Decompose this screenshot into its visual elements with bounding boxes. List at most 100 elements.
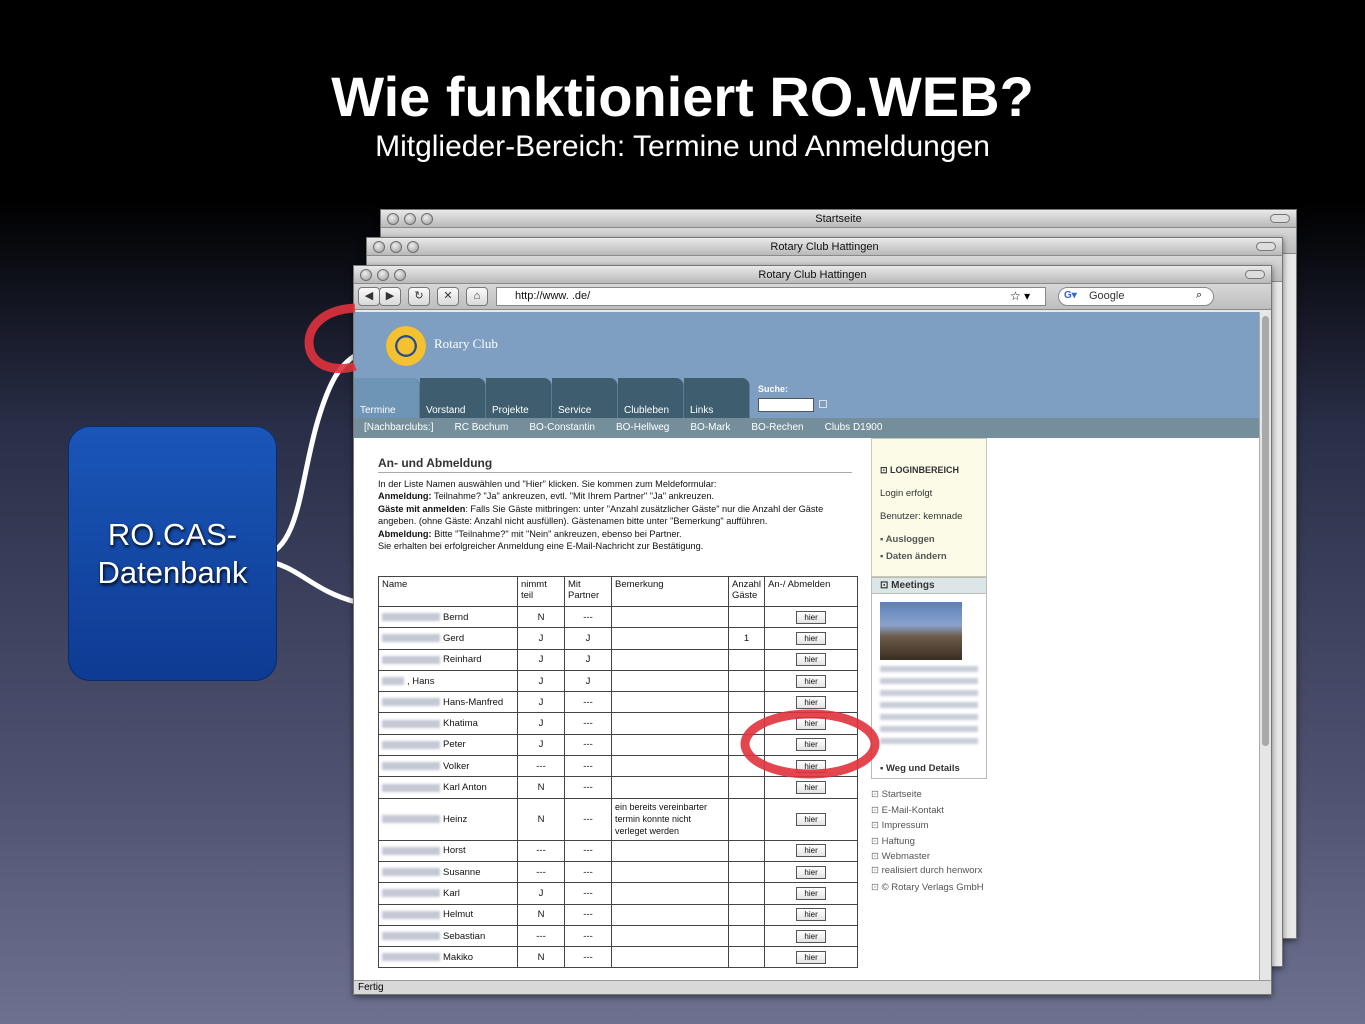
- close-light-icon[interactable]: [387, 213, 399, 225]
- zoom-light-icon[interactable]: [421, 213, 433, 225]
- teil-cell: N: [517, 903, 565, 926]
- hier-button[interactable]: hier: [796, 674, 827, 688]
- link-webmaster[interactable]: Webmaster: [871, 849, 987, 865]
- minimize-light-icon[interactable]: [390, 241, 402, 253]
- hier-button[interactable]: hier: [796, 844, 827, 858]
- hier-button[interactable]: hier: [796, 738, 827, 752]
- weg-details-link[interactable]: ▪ Weg und Details: [880, 763, 960, 774]
- name-cell: Reinhard: [378, 648, 518, 671]
- instr-line: In der Liste Namen auswählen und "Hier" …: [378, 479, 717, 489]
- first-name: Heinz: [443, 813, 468, 825]
- subnav-item[interactable]: BO-Mark: [690, 418, 730, 438]
- edit-data-link[interactable]: ▪ Daten ändern: [880, 551, 978, 562]
- partner-cell: ---: [564, 776, 612, 799]
- login-box: ⊡ LOGINBEREICH Login erfolgt Benutzer: k…: [871, 438, 987, 577]
- teil-cell: J: [517, 627, 565, 650]
- subnav-item[interactable]: BO-Constantin: [529, 418, 595, 438]
- teil-cell: J: [517, 669, 565, 693]
- subnav-item[interactable]: RC Bochum: [454, 418, 508, 438]
- link-email[interactable]: E-Mail-Kontakt: [871, 803, 987, 819]
- back-arrow-icon[interactable]: ◀: [358, 287, 380, 306]
- stop-icon[interactable]: ✕: [437, 287, 459, 306]
- hier-button[interactable]: hier: [796, 653, 827, 667]
- bemerkung-cell: [611, 691, 729, 714]
- blurred-surname: [382, 815, 440, 824]
- toolbar-toggle-icon[interactable]: [1245, 270, 1265, 279]
- hier-button[interactable]: hier: [796, 717, 827, 731]
- tab-termine[interactable]: Termine: [354, 378, 420, 418]
- link-impressum[interactable]: Impressum: [871, 818, 987, 834]
- gaeste-cell: [727, 733, 766, 757]
- hier-button[interactable]: hier: [796, 865, 827, 879]
- table-row: Karl J --- hier: [378, 882, 859, 905]
- window-titlebar[interactable]: Rotary Club Hattingen: [367, 238, 1282, 256]
- hier-button[interactable]: hier: [796, 631, 827, 645]
- browser-toolbar: ◀ ▶ ↻ ✕ ⌂ http://www. .de/ ☆ ▾ Google G▾…: [354, 284, 1271, 310]
- hier-button[interactable]: hier: [796, 950, 827, 964]
- gaeste-cell: [727, 903, 766, 926]
- forward-arrow-icon[interactable]: ▶: [379, 287, 401, 306]
- window-titlebar[interactable]: Rotary Club Hattingen: [354, 266, 1271, 284]
- tab-clubleben[interactable]: Clubleben: [618, 378, 684, 418]
- sidebar: ⊡ LOGINBEREICH Login erfolgt Benutzer: k…: [871, 438, 987, 895]
- name-cell: Horst: [378, 839, 518, 862]
- hier-button[interactable]: hier: [796, 610, 827, 624]
- link-startseite[interactable]: Startseite: [871, 787, 987, 803]
- hier-button[interactable]: hier: [796, 695, 827, 709]
- toolbar-toggle-icon[interactable]: [1270, 214, 1290, 223]
- subnav-item[interactable]: Clubs D1900: [825, 418, 883, 438]
- subnav-item[interactable]: BO-Hellweg: [616, 418, 669, 438]
- hier-button[interactable]: hier: [796, 759, 827, 773]
- address-bar[interactable]: http://www. .de/: [496, 287, 1046, 306]
- hier-button[interactable]: hier: [796, 908, 827, 922]
- link-haftung[interactable]: Haftung: [871, 834, 987, 850]
- link-henworx[interactable]: realisiert durch henworx: [871, 865, 987, 877]
- bemerkung-cell: [611, 627, 729, 650]
- teil-cell: J: [517, 648, 565, 671]
- tab-links[interactable]: Links: [684, 378, 750, 418]
- zoom-light-icon[interactable]: [394, 269, 406, 281]
- table-row: Sebastian --- --- hier: [378, 924, 859, 948]
- scrollbar[interactable]: [1259, 312, 1271, 980]
- button-cell: hier: [764, 712, 859, 735]
- site-search-input[interactable]: [758, 398, 814, 412]
- hier-button[interactable]: hier: [796, 886, 827, 900]
- first-name: Sebastian: [443, 930, 486, 942]
- subnav-item[interactable]: BO-Rechen: [751, 418, 803, 438]
- minimize-light-icon[interactable]: [377, 269, 389, 281]
- partner-cell: ---: [564, 797, 612, 841]
- name-cell: Heinz: [378, 797, 518, 841]
- teil-cell: N: [517, 797, 565, 841]
- partner-cell: ---: [564, 691, 612, 714]
- tab-service[interactable]: Service: [552, 378, 618, 418]
- col-header: nimmt teil: [517, 576, 565, 607]
- name-cell: Volker: [378, 755, 518, 778]
- magnifier-icon[interactable]: ⌕: [1196, 289, 1202, 302]
- site-search-label: Suche:: [758, 384, 789, 394]
- home-icon[interactable]: ⌂: [466, 287, 488, 306]
- minimize-light-icon[interactable]: [404, 213, 416, 225]
- hier-button[interactable]: hier: [796, 781, 827, 795]
- first-name: Susanne: [443, 866, 481, 878]
- tab-vorstand[interactable]: Vorstand: [420, 378, 486, 418]
- zoom-light-icon[interactable]: [407, 241, 419, 253]
- google-icon: G▾: [1064, 290, 1077, 301]
- footer-links: Startseite E-Mail-Kontakt Impressum Haft…: [871, 787, 987, 895]
- logout-link[interactable]: ▪ Ausloggen: [880, 534, 978, 545]
- reload-icon[interactable]: ↻: [408, 287, 430, 306]
- blurred-surname: [382, 655, 440, 664]
- hier-button[interactable]: hier: [796, 929, 827, 943]
- site-search-go-icon[interactable]: [819, 400, 827, 408]
- tab-projekte[interactable]: Projekte: [486, 378, 552, 418]
- blurred-surname: [382, 740, 440, 749]
- close-light-icon[interactable]: [360, 269, 372, 281]
- window-titlebar[interactable]: Startseite: [381, 210, 1296, 228]
- search-input[interactable]: Google: [1058, 287, 1214, 306]
- table-row: Helmut N --- hier: [378, 903, 859, 926]
- star-icon[interactable]: ☆ ▾: [1010, 289, 1030, 303]
- toolbar-toggle-icon[interactable]: [1256, 242, 1276, 251]
- hier-button[interactable]: hier: [796, 812, 827, 826]
- close-light-icon[interactable]: [373, 241, 385, 253]
- blurred-surname: [382, 846, 440, 855]
- col-header: Anzahl Gäste: [727, 576, 766, 607]
